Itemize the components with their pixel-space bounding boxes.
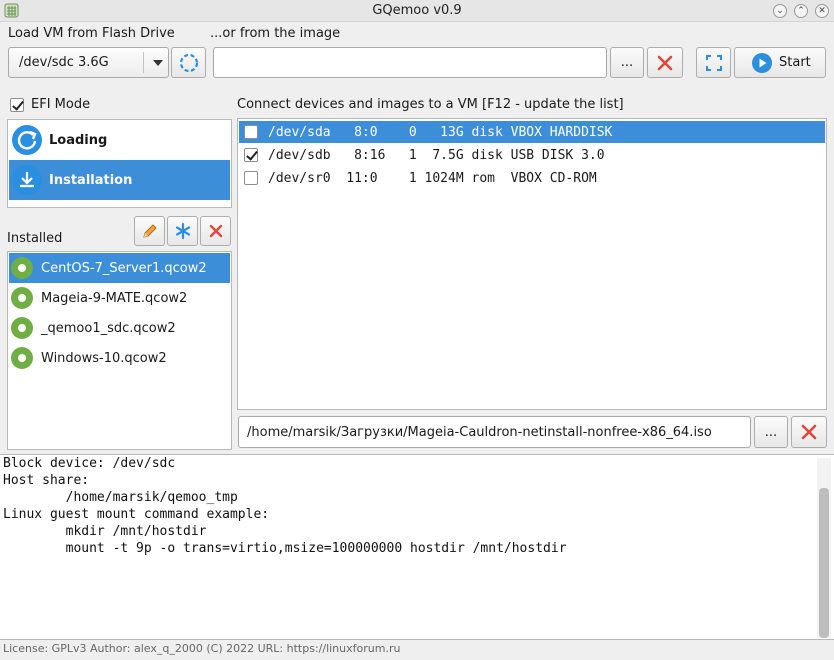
efi-mode-label: EFI Mode [31, 97, 91, 112]
refresh-icon [12, 125, 42, 155]
mode-label-installation: Installation [49, 172, 133, 188]
installed-item-name: CentOS-7_Server1.qcow2 [41, 260, 207, 276]
clear-iso-button[interactable] [791, 416, 827, 448]
close-icon [801, 424, 817, 440]
asterisk-button[interactable] [167, 216, 198, 246]
log-line: mount -t 9p -o trans=virtio,msize=100000… [3, 541, 567, 556]
log-output[interactable]: Block device: /dev/sdc Host share: /home… [0, 454, 834, 640]
refresh-icon [179, 53, 198, 72]
device-checkbox[interactable] [244, 125, 258, 139]
iso-path-value: /home/marsik/Загрузки/Mageia-Cauldron-ne… [247, 425, 712, 440]
log-scrollbar-thumb[interactable] [819, 488, 829, 638]
vm-disk-icon [11, 257, 33, 279]
fullscreen-button[interactable] [696, 47, 731, 78]
device-checkbox[interactable] [244, 148, 258, 162]
log-line: /home/marsik/qemoo_tmp [3, 490, 238, 505]
installed-item-name: _qemoo1_sdc.qcow2 [41, 320, 176, 336]
window-title: GQemoo v0.9 [372, 3, 462, 18]
installed-label: Installed [7, 231, 63, 246]
vm-disk-icon [11, 317, 33, 339]
log-line: Block device: /dev/sdc [3, 456, 176, 471]
browse-image-button[interactable]: ... [610, 47, 644, 78]
close-window-button[interactable]: ✕ [815, 4, 829, 18]
list-item[interactable]: Windows-10.qcow2 [9, 343, 230, 373]
status-bar: License: GPLv3 Author: alex_q_2000 (C) 2… [3, 642, 401, 655]
download-icon [12, 165, 42, 195]
log-text: Block device: /dev/sdc Host share: /home… [0, 455, 834, 557]
installed-list: CentOS-7_Server1.qcow2 Mageia-9-MATE.qco… [7, 251, 232, 450]
vm-disk-icon [11, 347, 33, 369]
log-line: Host share: [3, 473, 90, 488]
fullscreen-icon [705, 54, 722, 71]
chevron-up-icon: ⌃ [797, 6, 805, 16]
edit-button[interactable] [134, 216, 165, 246]
close-icon [209, 224, 222, 238]
start-button[interactable]: Start [734, 47, 826, 78]
list-item[interactable]: _qemoo1_sdc.qcow2 [9, 313, 230, 343]
flash-drive-select[interactable]: /dev/sdc 3.6G [8, 47, 169, 78]
clear-image-button[interactable] [647, 47, 683, 78]
device-row[interactable]: /dev/sda 8:0 0 13G disk VBOX HARDDISK [239, 121, 825, 143]
efi-checkbox-box[interactable] [10, 97, 24, 112]
log-line: mkdir /mnt/hostdir [3, 524, 207, 539]
delete-vm-button[interactable] [200, 216, 231, 246]
devices-list: /dev/sda 8:0 0 13G disk VBOX HARDDISK /d… [237, 118, 827, 410]
image-label: ...or from the image [210, 26, 341, 41]
browse-label: ... [764, 424, 778, 440]
chevron-down-icon [153, 60, 163, 66]
mode-list: Loading Installation [7, 119, 232, 208]
device-info: /dev/sr0 11:0 1 1024M rom VBOX CD-ROM [268, 170, 597, 186]
list-item[interactable]: Mageia-9-MATE.qcow2 [9, 283, 230, 313]
installed-item-name: Windows-10.qcow2 [41, 350, 167, 366]
log-line: Linux guest mount command example: [3, 507, 270, 522]
device-row[interactable]: /dev/sdb 8:16 1 7.5G disk USB DISK 3.0 [239, 144, 825, 166]
list-item[interactable]: CentOS-7_Server1.qcow2 [9, 253, 230, 283]
vm-disk-icon [11, 287, 33, 309]
iso-path-input[interactable]: /home/marsik/Загрузки/Mageia-Cauldron-ne… [238, 416, 751, 448]
mode-label-loading: Loading [49, 132, 108, 148]
start-label: Start [779, 55, 811, 70]
pencil-icon [142, 224, 157, 238]
play-icon [752, 52, 772, 73]
browse-label: ... [620, 55, 634, 70]
mode-item-loading[interactable]: Loading [9, 121, 230, 159]
maximize-button[interactable]: ⌃ [794, 4, 808, 18]
device-checkbox[interactable] [244, 171, 258, 185]
asterisk-icon [175, 222, 190, 240]
mode-item-installation[interactable]: Installation [9, 160, 230, 200]
device-row[interactable]: /dev/sr0 11:0 1 1024M rom VBOX CD-ROM [239, 167, 825, 189]
browse-iso-button[interactable]: ... [754, 416, 788, 448]
efi-mode-checkbox[interactable]: EFI Mode [8, 97, 90, 112]
device-info: /dev/sdb 8:16 1 7.5G disk USB DISK 3.0 [268, 147, 605, 163]
chevron-down-icon: ⌄ [776, 6, 784, 16]
title-bar: GQemoo v0.9 ⌄ ⌃ ✕ [0, 0, 834, 22]
device-info: /dev/sda 8:0 0 13G disk VBOX HARDDISK [268, 124, 613, 140]
minimize-button[interactable]: ⌄ [773, 4, 787, 18]
combo-separator [143, 52, 144, 73]
close-icon: ✕ [818, 6, 826, 16]
installed-item-name: Mageia-9-MATE.qcow2 [41, 290, 188, 306]
close-icon [657, 55, 673, 70]
image-path-input[interactable] [213, 47, 607, 78]
flash-drive-selected: /dev/sdc 3.6G [19, 55, 109, 70]
devices-label: Connect devices and images to a VM [F12 … [237, 97, 624, 112]
reload-button[interactable] [171, 47, 206, 78]
flash-drive-label: Load VM from Flash Drive [8, 26, 175, 41]
